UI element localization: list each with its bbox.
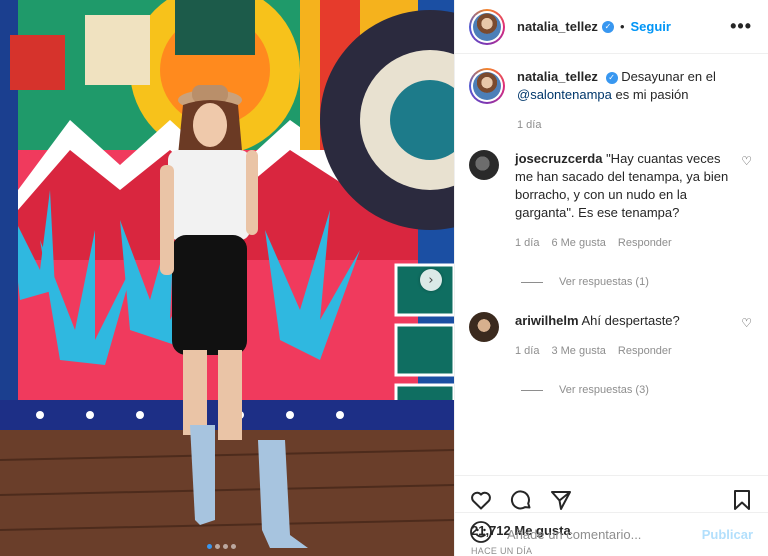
comments-list: natalia_tellez ✓ Desayunar en el @salont…	[455, 54, 768, 475]
author-username[interactable]: natalia_tellez	[517, 19, 598, 34]
replies-line	[521, 281, 543, 283]
add-comment-bar: Publicar	[455, 512, 768, 556]
more-options-icon[interactable]: •••	[730, 16, 752, 37]
comment-body: josecruzcerda "Hay cuantas veces me han …	[515, 150, 752, 252]
carousel-dot	[215, 544, 220, 549]
avatar-image	[473, 12, 501, 41]
caption-text: Desayunar en el	[621, 69, 716, 84]
comment-avatar[interactable]	[469, 312, 499, 342]
follow-button[interactable]: Seguir	[631, 19, 671, 34]
comment-time[interactable]: 1 día	[515, 342, 539, 360]
mural-photo-illustration	[0, 0, 454, 556]
carousel-dot	[231, 544, 236, 549]
comment-meta: 1 día 6 Me gusta Responder	[515, 234, 734, 252]
bookmark-icon[interactable]	[730, 488, 754, 512]
comment-likes[interactable]: 3 Me gusta	[551, 342, 605, 360]
instagram-post: › natalia_tellez ✓ • Seguir ••• natalia_…	[0, 0, 768, 556]
caption-mention-link[interactable]: @salontenampa	[517, 87, 612, 102]
publish-button[interactable]: Publicar	[702, 527, 753, 542]
verified-badge-icon: ✓	[601, 20, 614, 33]
add-comment-input[interactable]	[507, 527, 702, 542]
comment-icon[interactable]	[509, 488, 533, 512]
comment-time[interactable]: 1 día	[515, 234, 539, 252]
comment-item: ariwilhelm Ahí despertaste? 1 día 3 Me g…	[469, 312, 752, 360]
comment-body: ariwilhelm Ahí despertaste? 1 día 3 Me g…	[515, 312, 752, 360]
comment-like-heart-icon[interactable]: ♡	[741, 316, 752, 330]
caption-username[interactable]: natalia_tellez	[517, 69, 598, 84]
view-replies-label: Ver respuestas (3)	[559, 384, 649, 396]
reply-button[interactable]: Responder	[618, 342, 672, 360]
post-photo[interactable]: ›	[0, 0, 454, 556]
post-header: natalia_tellez ✓ • Seguir •••	[455, 0, 768, 54]
chevron-right-icon: ›	[428, 272, 434, 288]
verified-badge-icon: ✓	[605, 71, 618, 84]
comment-meta: 1 día 3 Me gusta Responder	[515, 342, 734, 360]
comment-likes[interactable]: 6 Me gusta	[551, 234, 605, 252]
avatar-image	[473, 72, 501, 100]
comment-avatar[interactable]	[469, 150, 499, 180]
heart-icon[interactable]	[469, 488, 493, 512]
view-replies-button[interactable]: Ver respuestas (3)	[521, 384, 752, 396]
comment-text: Ahí despertaste?	[581, 313, 680, 328]
caption-time[interactable]: 1 día	[517, 116, 541, 134]
caption-body: natalia_tellez ✓ Desayunar en el @salont…	[517, 68, 752, 134]
comment-text-block: josecruzcerda "Hay cuantas veces me han …	[515, 150, 734, 222]
avatar-inner	[471, 10, 503, 43]
replies-line	[521, 389, 543, 391]
carousel-dot	[207, 544, 212, 549]
view-replies-label: Ver respuestas (1)	[559, 276, 649, 288]
caption-meta: 1 día	[517, 116, 752, 134]
caption-text-block: natalia_tellez ✓ Desayunar en el @salont…	[517, 68, 752, 104]
avatar-inner	[471, 70, 503, 102]
carousel-indicator	[207, 544, 236, 549]
carousel-dot	[223, 544, 228, 549]
paper-plane-icon[interactable]	[549, 488, 573, 512]
comment-text-block: ariwilhelm Ahí despertaste?	[515, 312, 734, 330]
caption-text-end: es mi pasión	[615, 87, 689, 102]
author-avatar[interactable]	[469, 8, 505, 45]
comment-username[interactable]: josecruzcerda	[515, 151, 602, 166]
smiley-icon[interactable]	[469, 520, 493, 549]
carousel-next-button[interactable]: ›	[420, 269, 442, 291]
comment-item: josecruzcerda "Hay cuantas veces me han …	[469, 150, 752, 252]
post-side-panel: natalia_tellez ✓ • Seguir ••• natalia_te…	[454, 0, 768, 556]
comment-username[interactable]: ariwilhelm	[515, 313, 579, 328]
caption-avatar[interactable]	[469, 68, 505, 104]
caption: natalia_tellez ✓ Desayunar en el @salont…	[469, 68, 752, 134]
view-replies-button[interactable]: Ver respuestas (1)	[521, 276, 752, 288]
header-separator: •	[619, 19, 625, 34]
reply-button[interactable]: Responder	[618, 234, 672, 252]
comment-like-heart-icon[interactable]: ♡	[741, 154, 752, 168]
